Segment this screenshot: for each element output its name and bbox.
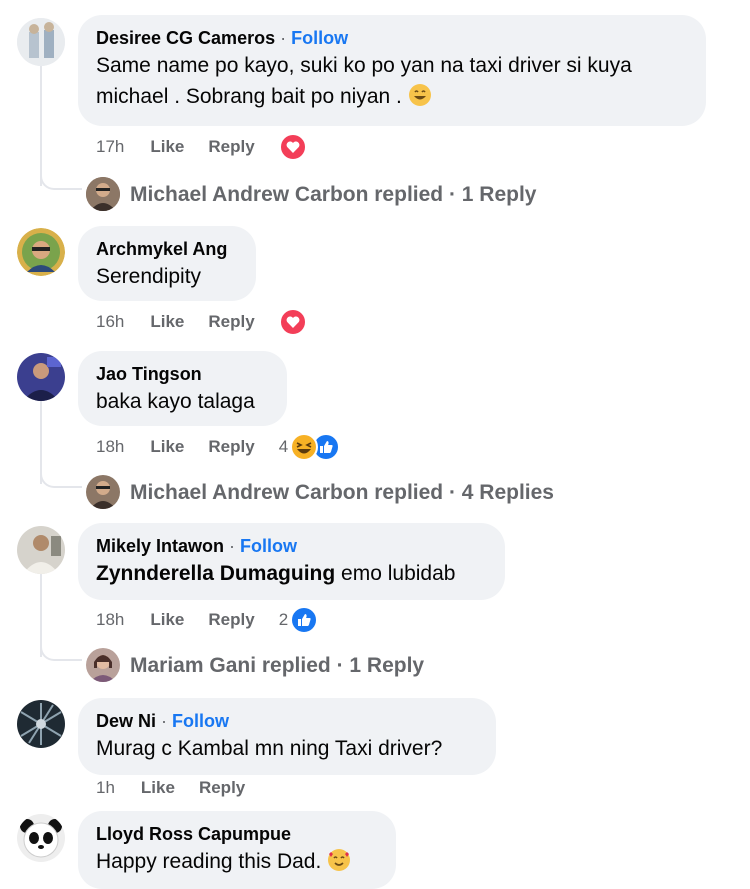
avatar[interactable] bbox=[17, 814, 65, 862]
comment-author[interactable]: Dew Ni · Follow bbox=[96, 709, 478, 733]
comment-author[interactable]: Lloyd Ross Capumpue bbox=[96, 822, 378, 846]
comment-bubble: Desiree CG Cameros · Follow Same name po… bbox=[78, 15, 706, 126]
view-replies-link[interactable]: Michael Andrew Carbon replied · 1 Reply bbox=[130, 180, 536, 210]
haha-reaction-icon bbox=[290, 433, 319, 461]
avatar[interactable] bbox=[17, 700, 65, 748]
comment-author[interactable]: Archmykel Ang bbox=[96, 237, 238, 261]
reaction-count: 2 bbox=[278, 610, 289, 629]
avatar[interactable] bbox=[17, 18, 65, 66]
avatar[interactable] bbox=[17, 228, 65, 276]
comment-actions: 1h Like Reply bbox=[96, 774, 269, 802]
comment-actions: 18h Like Reply 2 bbox=[96, 606, 319, 634]
avatar[interactable] bbox=[17, 526, 65, 574]
follow-button[interactable]: Follow bbox=[240, 536, 297, 556]
like-button[interactable]: Like bbox=[141, 778, 175, 798]
like-button[interactable]: Like bbox=[150, 137, 184, 157]
love-reaction-icon[interactable] bbox=[278, 133, 307, 161]
reaction-count: 4 bbox=[278, 437, 289, 456]
reply-button[interactable]: Reply bbox=[199, 778, 245, 798]
timestamp[interactable]: 18h bbox=[96, 610, 124, 630]
comment-author[interactable]: Mikely Intawon · Follow bbox=[96, 534, 487, 558]
reply-button[interactable]: Reply bbox=[208, 610, 254, 630]
love-reaction-icon[interactable] bbox=[278, 308, 307, 336]
comment-text: Happy reading this Dad. bbox=[96, 846, 378, 881]
timestamp[interactable]: 18h bbox=[96, 437, 124, 457]
thread-line bbox=[40, 66, 42, 186]
follow-button[interactable]: Follow bbox=[291, 28, 348, 48]
comment-text: Same name po kayo, suki ko po yan na tax… bbox=[96, 50, 688, 116]
avatar[interactable] bbox=[86, 648, 120, 682]
smiling-face-with-hearts-icon bbox=[327, 848, 351, 881]
like-button[interactable]: Like bbox=[150, 312, 184, 332]
like-button[interactable]: Like bbox=[150, 437, 184, 457]
timestamp[interactable]: 17h bbox=[96, 137, 124, 157]
comment-text: Zynnderella Dumaguing emo lubidab bbox=[96, 562, 456, 585]
timestamp[interactable]: 1h bbox=[96, 778, 115, 798]
timestamp[interactable]: 16h bbox=[96, 312, 124, 332]
avatar[interactable] bbox=[86, 475, 120, 509]
avatar[interactable] bbox=[17, 353, 65, 401]
thread-connector bbox=[40, 641, 82, 661]
comment-bubble: Lloyd Ross Capumpue Happy reading this D… bbox=[78, 811, 396, 889]
comment-bubble: Archmykel Ang Serendipity bbox=[78, 226, 256, 301]
reply-button[interactable]: Reply bbox=[208, 437, 254, 457]
mention-link[interactable]: Zynnderella Dumaguing bbox=[96, 562, 335, 585]
thread-connector bbox=[40, 468, 82, 488]
comment-author[interactable]: Jao Tingson bbox=[96, 362, 269, 386]
grinning-emoji-icon bbox=[408, 83, 432, 116]
comment-bubble: Jao Tingson baka kayo talaga bbox=[78, 351, 287, 426]
comment-text: Murag c Kambal mn ning Taxi driver? bbox=[96, 737, 443, 760]
comment-author[interactable]: Desiree CG Cameros · Follow bbox=[96, 26, 688, 50]
reaction-summary[interactable]: 4 bbox=[278, 433, 341, 461]
thread-connector bbox=[40, 170, 82, 190]
comment-actions: 18h Like Reply 4 bbox=[96, 433, 341, 461]
comment-bubble: Dew Ni · Follow Murag c Kambal mn ning T… bbox=[78, 698, 496, 775]
comment-text: Serendipity bbox=[96, 265, 202, 288]
view-replies-link[interactable]: Michael Andrew Carbon replied · 4 Replie… bbox=[130, 478, 554, 508]
reaction-summary[interactable]: 2 bbox=[278, 606, 319, 634]
like-button[interactable]: Like bbox=[150, 610, 184, 630]
like-reaction-icon bbox=[290, 606, 319, 634]
reply-button[interactable]: Reply bbox=[208, 137, 254, 157]
comment-actions: 16h Like Reply bbox=[96, 308, 307, 336]
comment-actions: 17h Like Reply bbox=[96, 133, 307, 161]
comment-text: baka kayo talaga bbox=[96, 390, 255, 413]
follow-button[interactable]: Follow bbox=[172, 711, 229, 731]
comment-bubble: Mikely Intawon · Follow Zynnderella Duma… bbox=[78, 523, 505, 600]
avatar[interactable] bbox=[86, 177, 120, 211]
reply-button[interactable]: Reply bbox=[208, 312, 254, 332]
view-replies-link[interactable]: Mariam Gani replied · 1 Reply bbox=[130, 651, 424, 681]
